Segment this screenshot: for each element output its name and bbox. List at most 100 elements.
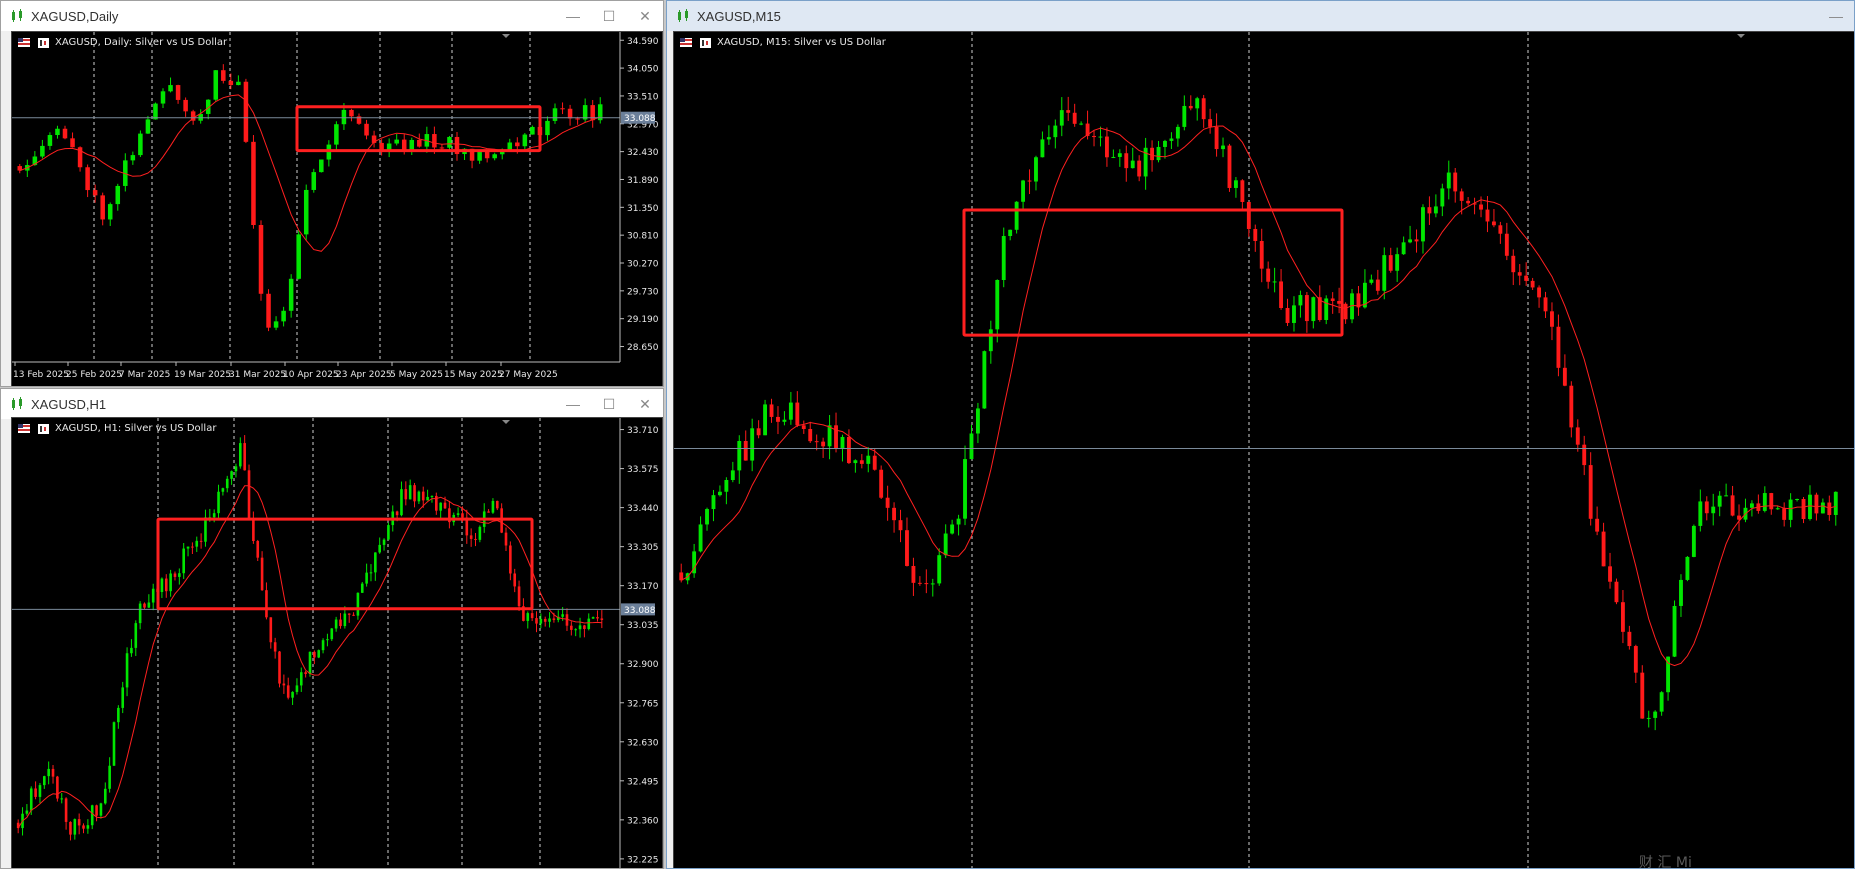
close-button[interactable]: ✕ [627,389,663,419]
candle-body [1833,491,1838,515]
candle [1233,177,1238,198]
candle [164,574,168,598]
price-tick-label: 31.890 [627,176,659,186]
maximize-button[interactable]: ☐ [591,1,627,31]
candle-body [182,548,185,574]
close-button[interactable]: ✕ [627,1,663,31]
candle-body [487,511,490,513]
candle-body [1504,233,1509,256]
candle [448,500,451,529]
candle [1285,298,1290,326]
price-tick-label: 29.730 [627,287,659,297]
candle [574,628,577,637]
minimize-button[interactable]: — [555,1,591,31]
candle [1737,504,1741,531]
minimize-button[interactable]: — [1818,1,1854,31]
candle [1066,96,1071,121]
daily-chart-area[interactable]: 34.590 34.050 33.510 32.970 32.430 31.890 31.3… [11,31,663,386]
daily-chart-window[interactable]: XAGUSD,Daily — ☐ ✕ 34.590 34.050 33.510 32.… [0,0,664,387]
candle [85,164,90,198]
candle-body [1208,119,1213,127]
candle [1575,419,1580,452]
m15-chart-window[interactable]: XAGUSD,M15 — XAGUSD, M15: Silver vs US D… [666,0,1855,869]
candle [1156,140,1161,163]
candle [597,97,603,124]
candle [1272,267,1277,293]
candle-body [724,480,729,492]
candle [319,159,324,173]
candle-body [365,572,368,584]
h1-chart-window[interactable]: XAGUSD,H1 — ☐ ✕ 33.710 33.575 33.440 33.305… [0,388,664,869]
window-titlebar[interactable]: XAGUSD,M15 — [667,1,1854,31]
candle-body [90,805,94,826]
candle-body [1459,191,1464,201]
candle [43,775,46,789]
window-title: XAGUSD,M15 [697,8,781,24]
m15-chart[interactable] [674,32,1855,869]
candle [776,406,780,435]
candle [273,316,279,331]
candle [1453,167,1458,203]
candle-body [788,402,793,420]
h1-chart-area[interactable]: 33.710 33.575 33.440 33.305 33.170 33.035 32.9… [11,417,663,869]
candle [1550,302,1554,341]
window-title: XAGUSD,Daily [31,8,119,24]
candle [1769,492,1774,515]
candle [199,533,203,549]
candle [266,289,271,332]
candle [182,542,185,579]
h1-chart[interactable]: 33.710 33.575 33.440 33.305 33.170 33.035 32.9… [12,418,662,869]
candle-body [369,572,373,574]
candle-body [1375,279,1380,291]
time-tick-label: 27 May 2025 [499,370,558,380]
candle-body [160,578,164,593]
candle-body [1679,579,1683,606]
candle [417,133,422,148]
window-titlebar[interactable]: XAGUSD,H1 — ☐ ✕ [1,389,663,419]
candle-body [1749,503,1754,508]
candle [69,821,72,841]
candle [1001,227,1006,288]
candle [917,576,922,586]
candle-body [299,672,303,686]
candle-body [256,540,260,558]
candle [1833,491,1838,526]
candle-body [25,810,29,814]
candle-body [1485,209,1490,222]
candle-body [73,819,77,835]
candle-body [1124,153,1129,169]
candle [334,121,339,152]
minimize-button[interactable]: — [555,389,591,419]
candle-body [286,685,290,698]
candle-body [282,683,286,686]
candle [821,437,826,458]
daily-chart[interactable]: 34.59034.05033.51032.97032.43031.89031.3… [12,32,662,386]
candle [1266,261,1271,289]
candle-body [545,120,550,136]
candle-body [513,573,517,587]
candle [937,548,942,586]
candle-body [352,614,355,616]
candle [269,617,273,649]
candle-body [417,491,421,502]
maximize-button[interactable]: ☐ [591,389,627,419]
candle [743,430,748,461]
candle [400,481,403,517]
candle-body [217,491,220,514]
m15-chart-area[interactable]: XAGUSD, M15: Silver vs US Dollar 财 汇 Mi [673,31,1855,869]
candle [834,412,838,453]
candle-body [1730,495,1735,516]
candle [278,650,281,688]
candle-body [134,623,138,648]
candle [1021,179,1026,210]
window-titlebar[interactable]: XAGUSD,Daily — ☐ ✕ [1,1,663,31]
chart-shift-marker [1737,34,1745,38]
candle-body [1659,692,1664,712]
candle-body [526,613,530,621]
candle-body [1543,297,1548,312]
candle-body [1627,631,1632,647]
candle [147,594,151,608]
candle [1298,290,1303,318]
candle [535,611,538,633]
candle-body [1446,172,1451,189]
